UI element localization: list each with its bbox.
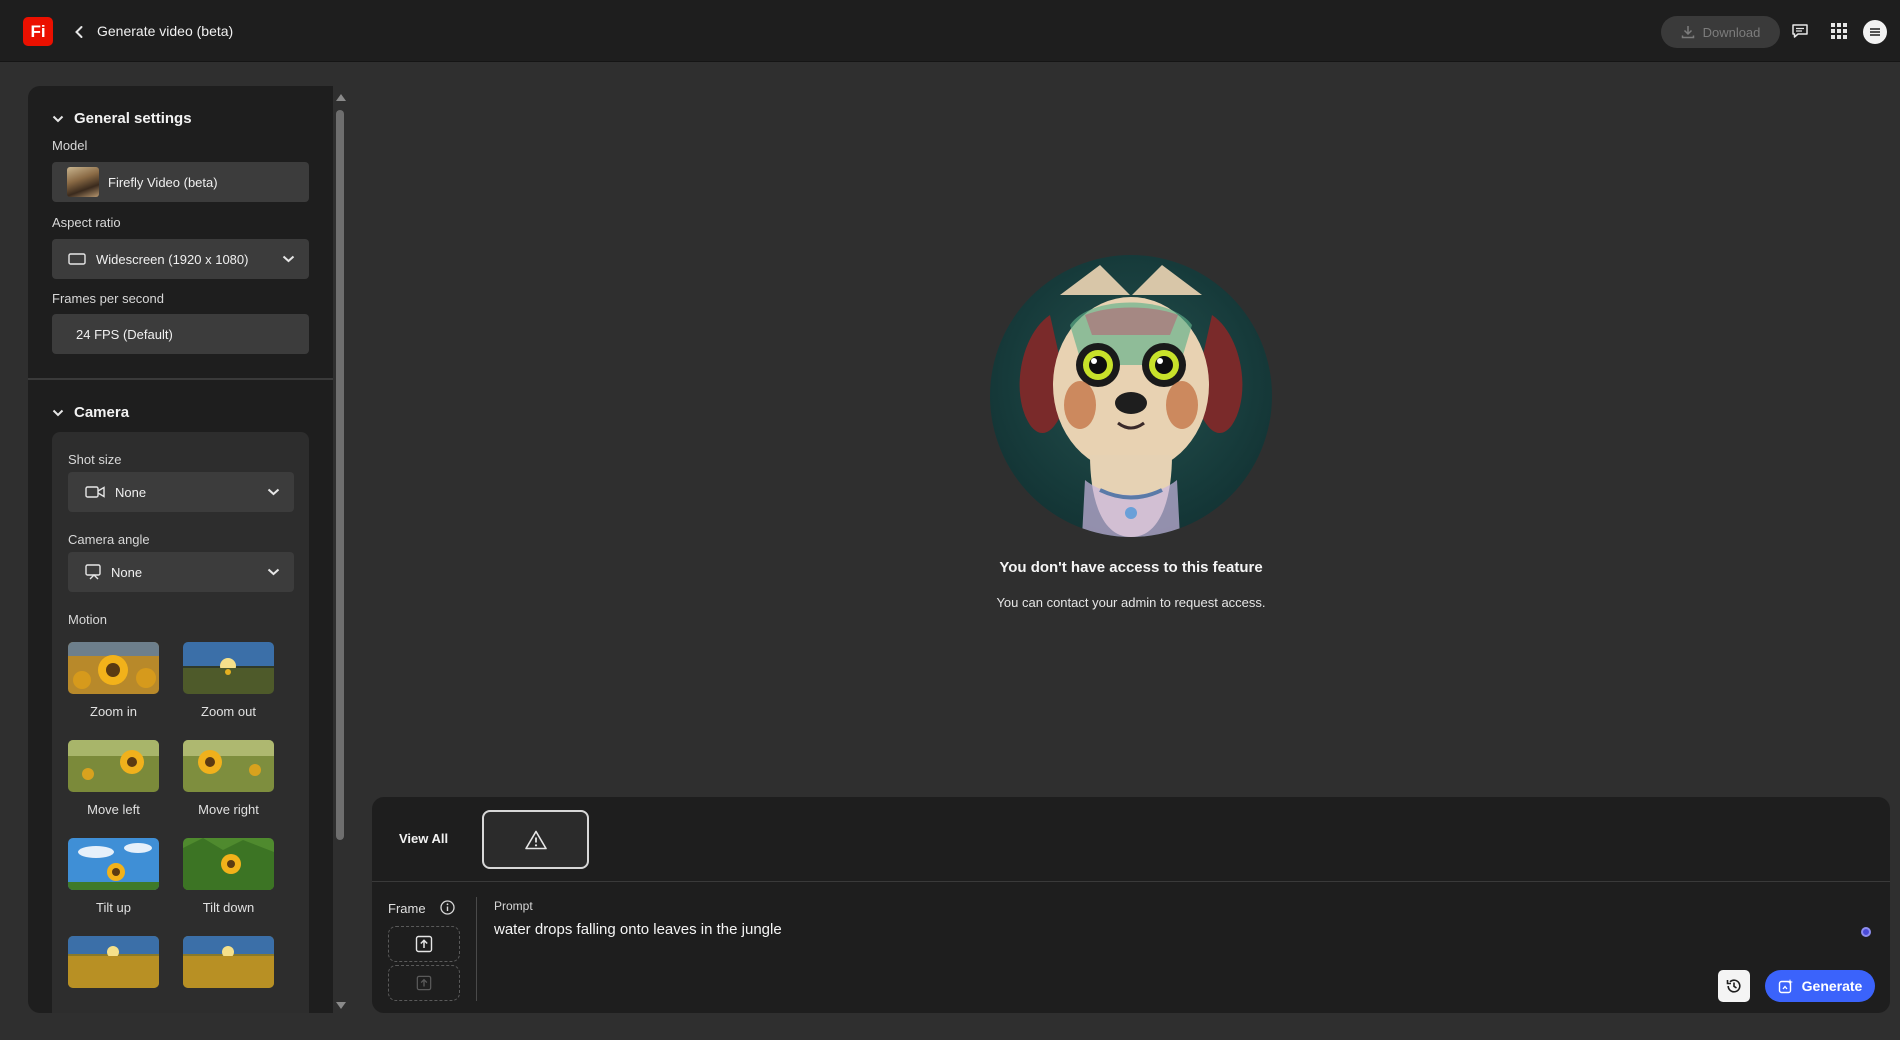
chevron-down-icon: [52, 409, 64, 416]
frame-label: Frame: [388, 901, 426, 916]
chevron-down-icon: [52, 115, 64, 122]
camera-angle-label: Camera angle: [68, 532, 150, 547]
general-settings-toggle[interactable]: General settings: [52, 110, 192, 127]
profile-icon: [1870, 28, 1880, 36]
history-button[interactable]: [1718, 970, 1750, 1002]
download-label: Download: [1702, 24, 1761, 40]
info-icon[interactable]: [440, 900, 455, 915]
prompt-label: Prompt: [494, 899, 533, 913]
motion-thumbnail: [68, 642, 159, 694]
app-logo[interactable]: Fi: [23, 17, 53, 46]
motion-move-left[interactable]: Move left: [68, 740, 159, 817]
motion-thumbnail: [183, 642, 274, 694]
motion-label-text: Move left: [87, 802, 140, 817]
aspect-ratio-label: Aspect ratio: [52, 215, 121, 230]
upload-icon: [415, 935, 433, 953]
frame-prompt-separator: [476, 897, 477, 1001]
motion-label-text: Tilt down: [202, 900, 255, 915]
camera-panel: Shot size None Camera angle None Motion …: [52, 432, 309, 1013]
warning-icon: [524, 830, 547, 849]
status-dot: [1861, 927, 1871, 937]
generate-icon: [1778, 979, 1793, 994]
no-access-illustration: [990, 255, 1272, 537]
warning-thumbnail[interactable]: [482, 810, 589, 869]
motion-move-right[interactable]: Move right: [183, 740, 274, 817]
feedback-icon: [1792, 24, 1808, 38]
model-value: Firefly Video (beta): [108, 174, 218, 190]
page-title: Generate video (beta): [97, 23, 234, 39]
motion-thumbnail: [183, 936, 274, 988]
model-thumbnail: [67, 167, 99, 197]
upload-icon: [416, 975, 432, 991]
motion-label-text: Move right: [198, 802, 259, 817]
aspect-ratio-dropdown[interactable]: Widescreen (1920 x 1080): [52, 239, 309, 279]
motion-zoom-in[interactable]: Zoom in: [68, 642, 159, 719]
video-camera-icon: [85, 486, 105, 498]
chevron-down-icon: [267, 488, 280, 496]
camera-angle-icon: [85, 564, 101, 580]
apps-grid-icon: [1831, 23, 1847, 39]
motion-thumbnail: [68, 838, 159, 890]
back-button[interactable]: [68, 21, 90, 43]
camera-angle-dropdown[interactable]: None: [68, 552, 294, 592]
no-access-title: You don't have access to this feature: [999, 559, 1263, 576]
chevron-left-icon: [75, 26, 83, 38]
aspect-ratio-value: Widescreen (1920 x 1080): [96, 251, 249, 267]
motion-thumbnail: [183, 740, 274, 792]
motion-thumbnail: [183, 838, 274, 890]
scroll-up-arrow[interactable]: [336, 94, 346, 101]
camera-toggle[interactable]: Camera: [52, 404, 129, 421]
last-frame-upload[interactable]: [388, 965, 460, 1001]
download-icon: [1681, 26, 1694, 39]
motion-label-text: Tilt up: [96, 900, 131, 915]
settings-sidebar: General settings Model Firefly Video (be…: [28, 86, 333, 1013]
no-access-subtitle: You can contact your admin to request ac…: [996, 595, 1266, 610]
section-divider: [28, 378, 333, 380]
generate-button[interactable]: Generate: [1765, 970, 1875, 1002]
shot-size-dropdown[interactable]: None: [68, 472, 294, 512]
dog-illustration: [1019, 265, 1243, 537]
prompt-input[interactable]: water drops falling onto leaves in the j…: [494, 921, 1794, 938]
motion-option-7[interactable]: [68, 936, 159, 998]
history-icon: [1726, 979, 1741, 993]
motion-tilt-down[interactable]: Tilt down: [183, 838, 274, 915]
widescreen-icon: [68, 253, 86, 265]
fps-selector[interactable]: 24 FPS (Default): [52, 314, 309, 354]
fps-value: 24 FPS (Default): [76, 326, 173, 342]
chevron-down-icon: [267, 568, 280, 576]
motion-tilt-up[interactable]: Tilt up: [68, 838, 159, 915]
motion-label: Motion: [68, 612, 108, 627]
motion-option-8[interactable]: [183, 936, 274, 998]
model-label: Model: [52, 138, 88, 153]
shot-size-label: Shot size: [68, 452, 122, 467]
scroll-down-arrow[interactable]: [336, 1002, 346, 1009]
avatar[interactable]: [1863, 20, 1887, 44]
prompt-panel: View All Frame Prompt water drops fallin…: [372, 797, 1890, 1013]
motion-label-text: Zoom out: [201, 704, 256, 719]
motion-zoom-out[interactable]: Zoom out: [183, 642, 274, 719]
generate-label: Generate: [1801, 978, 1863, 994]
first-frame-upload[interactable]: [388, 926, 460, 962]
motion-thumbnail: [68, 740, 159, 792]
fps-label: Frames per second: [52, 291, 164, 306]
camera-title: Camera: [74, 404, 130, 421]
sidebar-scrollbar[interactable]: [334, 86, 346, 1013]
motion-label-text: Zoom in: [90, 704, 137, 719]
download-button[interactable]: Download: [1661, 16, 1780, 48]
general-settings-title: General settings: [74, 110, 192, 127]
model-selector[interactable]: Firefly Video (beta): [52, 162, 309, 202]
scroll-thumb[interactable]: [336, 110, 344, 840]
shot-size-value: None: [115, 484, 147, 500]
view-all-button[interactable]: View All: [399, 831, 448, 846]
camera-angle-value: None: [111, 564, 143, 580]
panel-divider: [372, 881, 1890, 882]
apps-button[interactable]: [1827, 19, 1851, 43]
feedback-button[interactable]: [1788, 19, 1812, 43]
chevron-down-icon: [282, 255, 295, 263]
top-bar: Fi Generate video (beta) Download: [0, 0, 1900, 62]
motion-thumbnail: [68, 936, 159, 988]
